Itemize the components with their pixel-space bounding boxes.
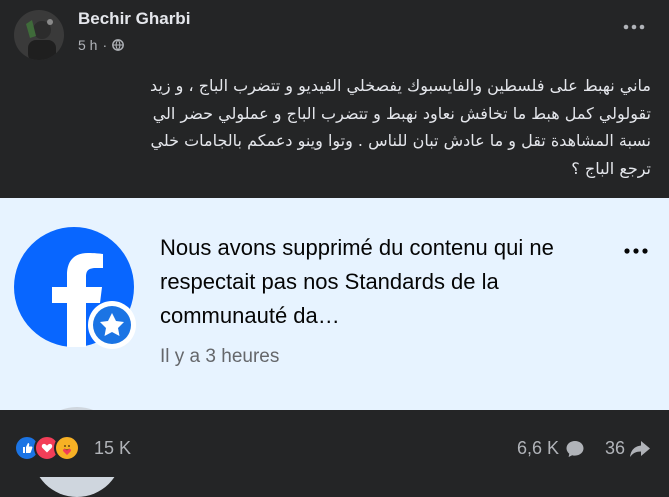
author-name[interactable]: Bechir Gharbi xyxy=(78,9,190,29)
shares-stat[interactable]: 36 xyxy=(605,438,651,459)
post-time[interactable]: 5 h xyxy=(78,37,97,53)
comment-icon xyxy=(566,440,584,457)
care-icon xyxy=(54,435,80,461)
globe-icon xyxy=(112,39,125,51)
shares-count: 36 xyxy=(605,438,626,458)
reactions-group[interactable] xyxy=(14,435,80,461)
avatar[interactable] xyxy=(14,10,64,60)
post-meta: 5 h · xyxy=(78,37,125,53)
notice-title[interactable]: Nous avons supprimé du contenu qui ne re… xyxy=(160,231,600,333)
share-icon xyxy=(630,440,651,457)
more-options-icon[interactable] xyxy=(623,24,645,30)
notice-time: Il y a 3 heures xyxy=(160,346,280,367)
post-header: Bechir Gharbi 5 h · xyxy=(0,0,669,66)
removed-content-notice[interactable]: Nous avons supprimé du contenu qui ne re… xyxy=(0,198,669,497)
comments-count: 6,6 K xyxy=(517,438,560,458)
reactions-count[interactable]: 15 K xyxy=(94,438,131,459)
comments-stat[interactable]: 6,6 K xyxy=(517,438,585,459)
meta-separator: · xyxy=(102,37,108,53)
notice-more-options-icon[interactable] xyxy=(624,248,648,254)
post-footer: 15 K 6,6 K 36 xyxy=(0,410,669,477)
post-text: ماني نهبط على فلسطين والفايسبوك يفصخلي ا… xyxy=(150,76,651,178)
facebook-shield-icon xyxy=(14,227,136,349)
